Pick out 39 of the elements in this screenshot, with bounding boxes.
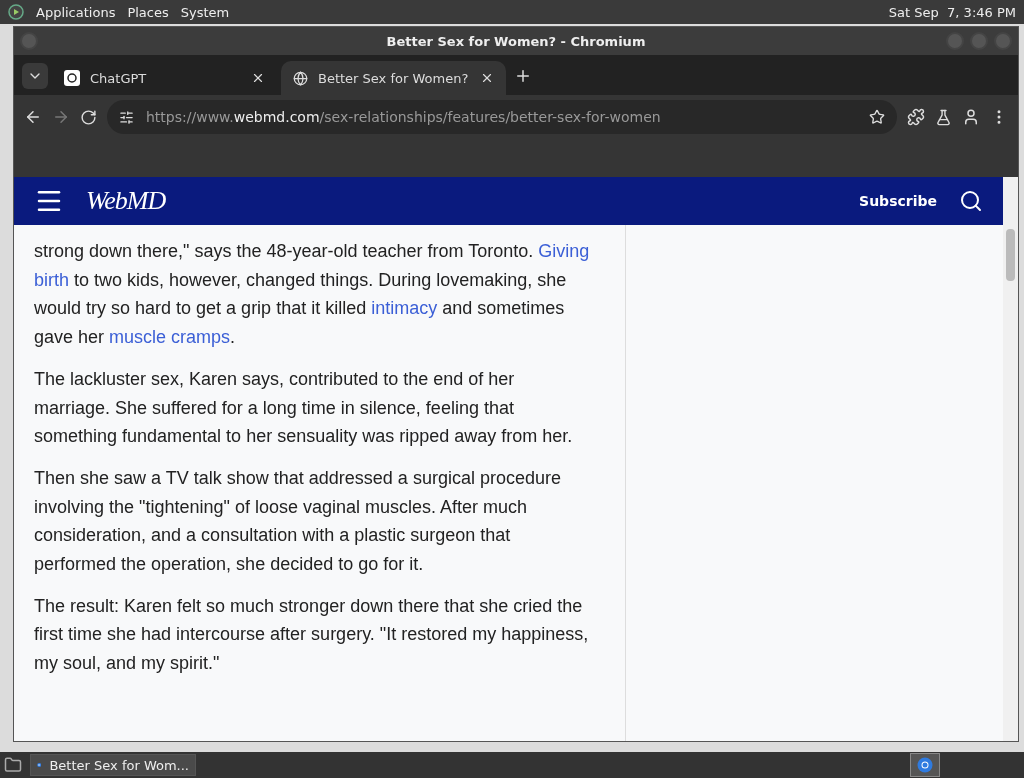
show-desktop-icon[interactable]: [4, 756, 22, 774]
distro-logo-icon: [8, 4, 24, 20]
browser-tab[interactable]: Better Sex for Women?: [281, 61, 506, 95]
article-paragraph: The lackluster sex, Karen says, contributed to the end of her marriage. She suffered for a long time in silence, feeling that something fundamental to her sensuality was ripped away from her.: [34, 367, 574, 449]
article-paragraph: Then she saw a TV talk show that addressed a surgical procedure involving the "tightening" of loose vaginal muscles. After much consideration, and a consultation with a plastic surgeon that performed the operation, she decided to go for it.: [34, 466, 562, 577]
reload-icon[interactable]: [80, 108, 97, 126]
browser-tab[interactable]: ChatGPT: [52, 61, 277, 95]
flask-icon[interactable]: [935, 108, 952, 126]
profile-icon[interactable]: [962, 108, 980, 126]
scrollbar[interactable]: [1003, 177, 1018, 741]
tab-search-button[interactable]: [22, 63, 48, 89]
site-logo[interactable]: WebMD: [86, 186, 166, 216]
back-icon[interactable]: [24, 108, 42, 126]
article-link[interactable]: Giving: [538, 241, 590, 261]
article-link[interactable]: intimacy: [371, 298, 438, 319]
panel-menu[interactable]: System: [180, 4, 230, 20]
article-link[interactable]: muscle cramps: [109, 327, 231, 348]
panel-menu[interactable]: Applications: [36, 4, 116, 20]
extensions-icon[interactable]: [907, 108, 925, 126]
panel-menu[interactable]: Places: [127, 4, 169, 20]
plus-icon: [514, 67, 532, 85]
article-link[interactable]: birth: [34, 269, 69, 290]
window-title: Better Sex for Women? - Chromium: [386, 33, 646, 49]
article-paragraph: strong down there," says the 48-year-old teacher from Toronto. Giving birth to two kids, however, changed things. During lovemaking, she would try so hard to get a grip that it killed intimacy and sometimes gave her muscle cramps.: [34, 240, 591, 350]
address-bar[interactable]: https://www.webmd.com/sex-relationships/features/better-sex-for-women: [107, 100, 897, 134]
forward-icon[interactable]: [52, 108, 70, 126]
bookmark-star-icon[interactable]: [869, 109, 885, 125]
site-info-icon[interactable]: [119, 109, 134, 125]
openai-icon: [64, 70, 80, 86]
workspace-switcher[interactable]: [910, 753, 940, 777]
globe-icon: [293, 70, 308, 86]
taskbar-item[interactable]: Better Sex for Wom...: [30, 754, 196, 776]
close-icon[interactable]: [480, 71, 494, 85]
browser-icon: [917, 757, 933, 773]
clock: Sat Sep 7, 3:46 PM: [888, 4, 1016, 20]
subscribe-link[interactable]: Subscribe: [859, 193, 937, 209]
search-icon[interactable]: [959, 189, 983, 213]
close-icon[interactable]: [251, 71, 265, 85]
article-paragraph: The result: Karen felt so much stronger down there that she cried the first time she had intercourse after surgery. "It restored my happiness, my soul, and my spirit.": [34, 594, 590, 676]
